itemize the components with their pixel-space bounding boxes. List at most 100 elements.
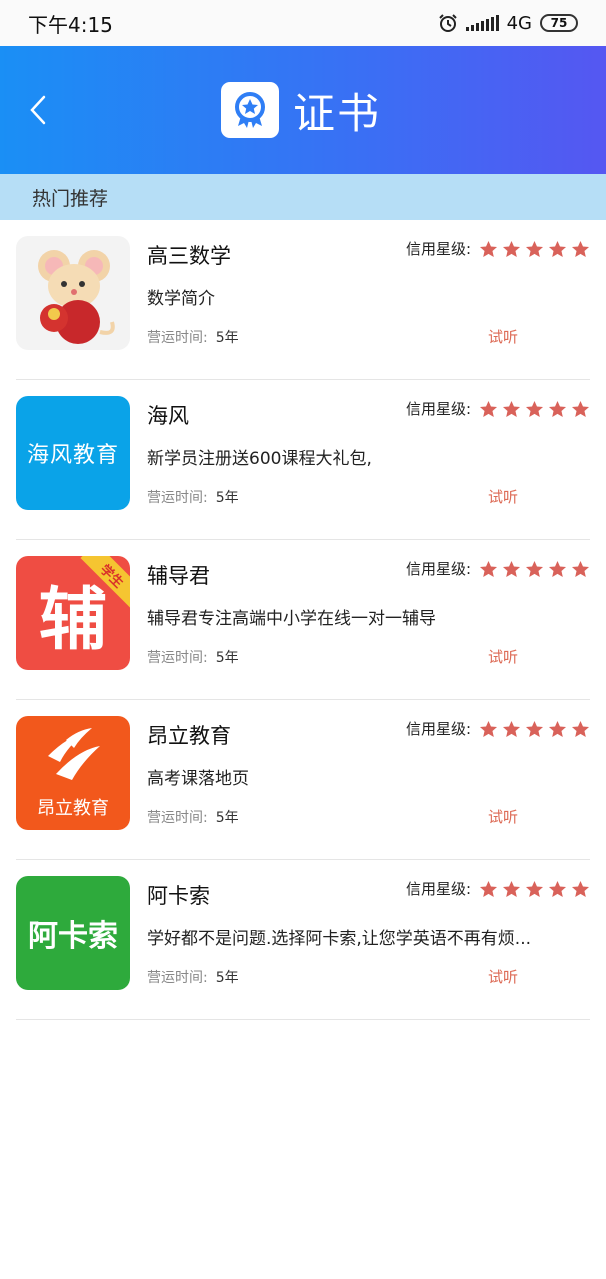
- trial-button[interactable]: 试听: [488, 646, 518, 667]
- rating-label: 信用星级:: [405, 400, 471, 418]
- logo-text: 海风教育: [26, 443, 119, 468]
- star-icon: [571, 240, 590, 257]
- operating-time-label: 营运时间:: [147, 330, 208, 346]
- status-time: 下午4:15: [28, 12, 113, 37]
- battery-icon: 75: [540, 14, 578, 32]
- list-item[interactable]: 海风教育 海风 信用星级: 新学员注册送600课程大礼包, 营运时间: 5年 试听: [16, 380, 590, 540]
- operating-time-value: 5年: [215, 650, 239, 666]
- star-icon: [479, 400, 498, 417]
- certificate-badge-icon: [220, 82, 279, 138]
- star-icon: [548, 400, 567, 417]
- back-button[interactable]: [22, 88, 54, 132]
- star-rating: [479, 240, 590, 258]
- star-icon: [548, 880, 567, 897]
- operating-time-label: 营运时间:: [147, 490, 208, 506]
- item-description: 高考课落地页: [147, 769, 249, 789]
- acadsoc-logo-icon: 阿卡索: [16, 876, 130, 990]
- star-icon: [479, 560, 498, 577]
- operating-time-value: 5年: [215, 970, 239, 986]
- star-icon: [548, 560, 567, 577]
- rating-label: 信用星级:: [405, 240, 471, 258]
- star-icon: [502, 560, 521, 577]
- angli-swirl-icon: [48, 728, 100, 780]
- list-item[interactable]: 昂立教育 昂立教育 信用星级: 高考课落地页 营运时间: 5年 试听: [16, 700, 590, 860]
- header-title-group: 证书: [220, 80, 381, 141]
- star-icon: [502, 240, 521, 257]
- list-item[interactable]: 辅 学生 辅导君 信用星级: 辅导君专注高端中小学在线一对一辅导 营运时间: 5年…: [16, 540, 590, 700]
- star-icon: [525, 560, 544, 577]
- header: 证书: [0, 46, 606, 174]
- star-rating: [479, 400, 590, 418]
- course-list: 高三数学 信用星级: 数学简介 营运时间: 5年 试听 海风教育 海风 信用星级:: [0, 220, 606, 1020]
- star-icon: [525, 880, 544, 897]
- star-icon: [525, 400, 544, 417]
- operating-time: 营运时间: 5年: [147, 807, 239, 827]
- item-name: 阿卡索: [147, 884, 210, 908]
- item-name: 高三数学: [147, 244, 231, 268]
- star-icon: [571, 720, 590, 737]
- star-icon: [502, 720, 521, 737]
- item-description: 新学员注册送600课程大礼包,: [147, 449, 372, 469]
- list-item[interactable]: 阿卡索 阿卡索 信用星级: 学好都不是问题.选择阿卡索,让您学英语不再有烦...…: [16, 860, 590, 1020]
- angli-logo-icon: 昂立教育: [16, 716, 130, 830]
- rating: 信用星级:: [406, 558, 590, 579]
- operating-time-label: 营运时间:: [147, 810, 208, 826]
- operating-time: 营运时间: 5年: [147, 487, 239, 507]
- star-icon: [571, 880, 590, 897]
- star-rating: [479, 880, 590, 898]
- haifeng-logo-icon: 海风教育: [16, 396, 130, 510]
- operating-time-label: 营运时间:: [147, 650, 208, 666]
- section-header: 热门推荐: [0, 174, 606, 220]
- star-icon: [548, 240, 567, 257]
- star-rating: [479, 560, 590, 578]
- rating: 信用星级:: [406, 238, 590, 259]
- chevron-left-icon: [30, 95, 46, 125]
- trial-button[interactable]: 试听: [488, 486, 518, 507]
- logo-text: 昂立教育: [37, 798, 109, 819]
- star-icon: [548, 720, 567, 737]
- rating-label: 信用星级:: [405, 880, 471, 898]
- network-type: 4G: [506, 12, 532, 34]
- logo-text: 辅: [38, 580, 107, 660]
- trial-button[interactable]: 试听: [488, 806, 518, 827]
- operating-time: 营运时间: 5年: [147, 327, 239, 347]
- star-icon: [479, 720, 498, 737]
- star-icon: [571, 560, 590, 577]
- operating-time-label: 营运时间:: [147, 970, 208, 986]
- alarm-icon: [438, 14, 457, 32]
- fudaojun-logo-icon: 辅 学生: [16, 556, 130, 670]
- trial-button[interactable]: 试听: [488, 966, 518, 987]
- item-description: 学好都不是问题.选择阿卡索,让您学英语不再有烦...: [147, 929, 532, 949]
- star-icon: [479, 240, 498, 257]
- logo-text: 阿卡索: [28, 919, 118, 954]
- battery-level: 75: [550, 16, 568, 30]
- operating-time-value: 5年: [215, 330, 239, 346]
- operating-time-value: 5年: [215, 490, 239, 506]
- star-rating: [479, 720, 590, 738]
- section-title: 热门推荐: [32, 187, 109, 210]
- item-name: 昂立教育: [147, 724, 231, 748]
- status-icons: 4G 75: [438, 13, 578, 34]
- rating: 信用星级:: [406, 718, 590, 739]
- rating-label: 信用星级:: [405, 560, 471, 578]
- operating-time: 营运时间: 5年: [147, 967, 239, 987]
- operating-time-value: 5年: [215, 810, 239, 826]
- signal-icon: [465, 15, 499, 31]
- star-icon: [479, 880, 498, 897]
- trial-button[interactable]: 试听: [488, 326, 518, 347]
- item-description: 辅导君专注高端中小学在线一对一辅导: [147, 609, 436, 629]
- item-name: 辅导君: [147, 564, 210, 588]
- list-item[interactable]: 高三数学 信用星级: 数学简介 营运时间: 5年 试听: [16, 220, 590, 380]
- operating-time: 营运时间: 5年: [147, 647, 239, 667]
- rating: 信用星级:: [406, 398, 590, 419]
- star-icon: [502, 880, 521, 897]
- star-icon: [571, 400, 590, 417]
- mouse-mascot-icon: [16, 236, 130, 350]
- star-icon: [525, 240, 544, 257]
- star-icon: [502, 400, 521, 417]
- status-bar: 下午4:15 4G 75: [0, 0, 606, 46]
- star-icon: [525, 720, 544, 737]
- rating-label: 信用星级:: [405, 720, 471, 738]
- rating: 信用星级:: [406, 878, 590, 899]
- item-name: 海风: [147, 404, 189, 428]
